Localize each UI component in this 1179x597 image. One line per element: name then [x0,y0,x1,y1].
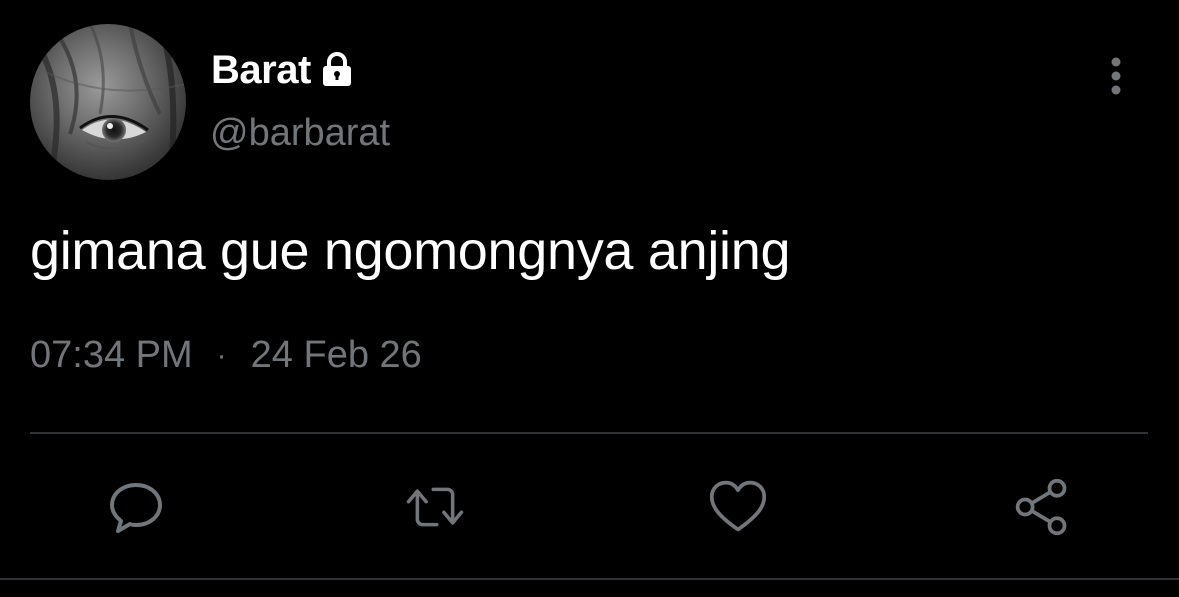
more-options-button[interactable] [1096,52,1136,100]
display-name[interactable]: Barat [211,48,311,93]
heart-icon [709,480,767,532]
avatar[interactable] [30,24,186,180]
share-nodes-icon [1015,478,1067,536]
avatar-photo [30,24,186,180]
display-name-row: Barat [211,44,357,96]
like-button[interactable] [708,477,768,537]
share-button[interactable] [1012,477,1072,537]
bottom-divider [0,578,1179,580]
more-vertical-icon [1111,57,1121,95]
tweet-time[interactable]: 07:34 PM [30,334,193,377]
speech-bubble-icon [110,483,162,533]
tweet-metadata: 07:34 PM · 24 Feb 26 [30,334,422,377]
handle[interactable]: @barbarat [210,112,390,155]
divider [30,432,1148,434]
tweet-text: gimana gue ngomongnya anjing [30,221,791,281]
retweet-arrows-icon [406,487,464,527]
meta-separator: · [216,338,227,372]
lock-icon [317,50,357,90]
retweet-button[interactable] [405,477,465,537]
tweet-card: Barat @barbarat gimana gue ngomongnya an… [0,0,1179,597]
tweet-date[interactable]: 24 Feb 26 [251,334,422,377]
reply-button[interactable] [106,477,166,537]
